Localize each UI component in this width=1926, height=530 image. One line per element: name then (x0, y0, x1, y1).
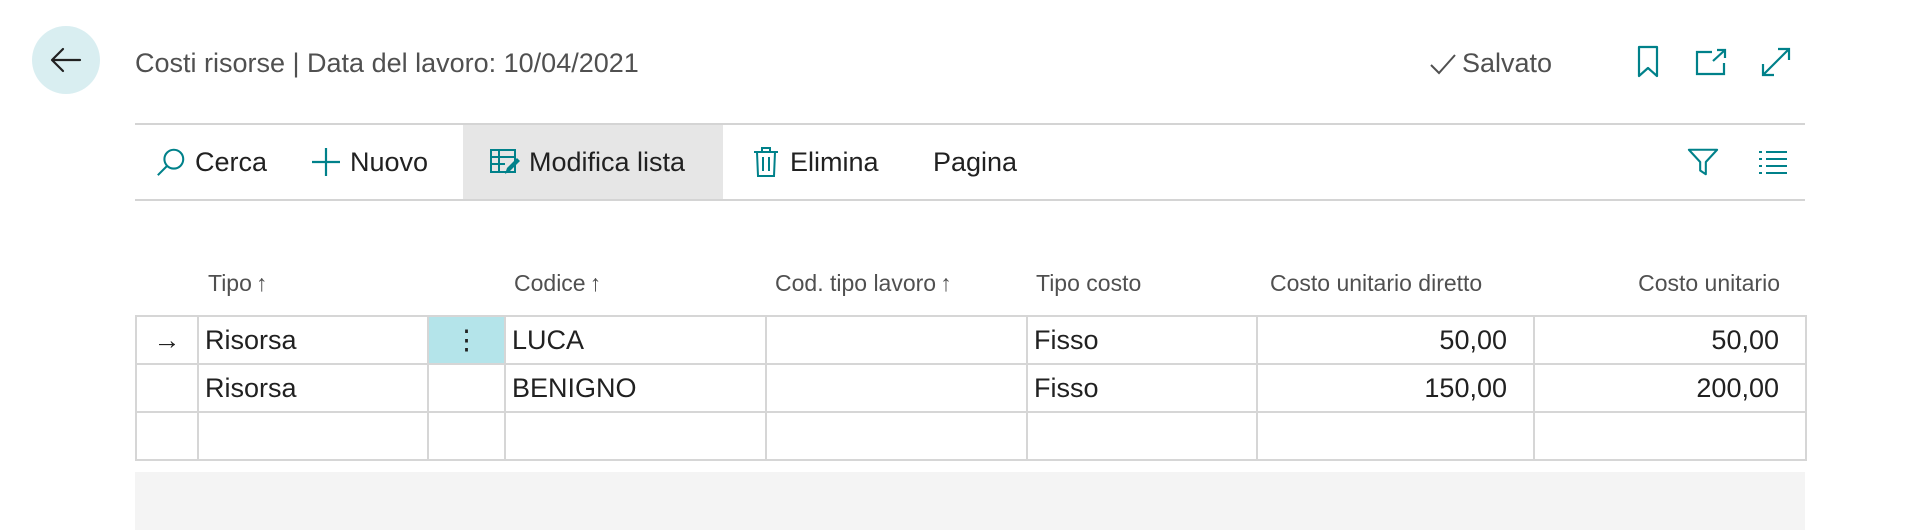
cell-codice[interactable]: BENIGNO (504, 363, 767, 413)
new-button[interactable]: Nuovo (310, 125, 428, 199)
search-icon (155, 146, 187, 178)
saved-status: Salvato (1428, 48, 1552, 79)
cell-cod-tipo-lavoro[interactable] (765, 411, 1028, 461)
open-new-window-icon (1695, 48, 1727, 76)
column-header-codice-label: Codice (514, 270, 586, 296)
row-indicator (135, 363, 199, 413)
page-label: Pagina (933, 146, 1018, 177)
list-view-button[interactable] (1757, 125, 1789, 199)
column-header-tipo[interactable]: Tipo ↑ (208, 270, 267, 297)
search-button[interactable]: Cerca (155, 125, 267, 199)
cell-codice[interactable]: LUCA (504, 315, 767, 365)
row-indicator (135, 411, 199, 461)
column-header-costo-unitario[interactable]: Costo unitario (1540, 270, 1780, 297)
column-header-tipo-costo-label: Tipo costo (1036, 270, 1142, 296)
column-header-costo-unitario-label: Costo unitario (1638, 270, 1780, 296)
cell-cod-tipo-lavoro[interactable] (765, 315, 1028, 365)
cell-costo-unitario[interactable]: 50,00 (1533, 315, 1807, 365)
column-header-costo-unitario-diretto-label: Costo unitario diretto (1270, 270, 1483, 296)
cell-tipo-costo[interactable]: Fisso (1026, 363, 1258, 413)
expand-icon (1761, 47, 1791, 77)
open-new-window-button[interactable] (1693, 44, 1729, 80)
back-button[interactable] (32, 26, 100, 94)
expand-button[interactable] (1758, 44, 1794, 80)
cell-codice[interactable] (504, 411, 767, 461)
sort-ascending-icon: ↑ (589, 270, 602, 296)
page-title: Costi risorse | Data del lavoro: 10/04/2… (135, 48, 639, 78)
filter-button[interactable] (1687, 125, 1719, 199)
cell-costo-unitario-diretto[interactable]: 150,00 (1256, 363, 1535, 413)
delete-button[interactable]: Elimina (750, 125, 879, 199)
delete-label: Elimina (790, 146, 879, 177)
cell-cod-tipo-lavoro[interactable] (765, 363, 1028, 413)
current-row-arrow-icon: → (135, 315, 199, 365)
filter-icon (1687, 146, 1719, 178)
column-header-tipo-label: Tipo (208, 270, 252, 296)
checkmark-icon (1430, 53, 1456, 74)
saved-label: Salvato (1462, 48, 1553, 78)
page-menu-button[interactable]: Pagina (933, 125, 1017, 199)
new-label: Nuovo (350, 146, 429, 177)
cell-tipo[interactable] (197, 411, 429, 461)
cell-costo-unitario[interactable]: 200,00 (1533, 363, 1807, 413)
row-actions-cell[interactable] (427, 363, 506, 413)
edit-list-icon (489, 146, 521, 178)
edit-list-button[interactable]: Modifica lista (463, 125, 723, 199)
row-actions-cell[interactable] (427, 411, 506, 461)
row-actions-menu-icon[interactable]: ⋮ (427, 315, 506, 365)
bookmark-button[interactable] (1630, 44, 1666, 80)
sort-ascending-icon: ↑ (255, 270, 268, 296)
cell-tipo-costo[interactable] (1026, 411, 1258, 461)
action-bar: Cerca Nuovo Modifica lista Elimina Pagin… (135, 123, 1805, 201)
table-row-new[interactable] (135, 411, 1807, 461)
table-row[interactable]: Risorsa BENIGNO Fisso 150,00 200,00 (135, 363, 1807, 413)
cell-costo-unitario[interactable] (1533, 411, 1807, 461)
column-header-cod-tipo-lavoro[interactable]: Cod. tipo lavoro ↑ (775, 270, 952, 297)
cell-tipo-costo[interactable]: Fisso (1026, 315, 1258, 365)
edit-list-label: Modifica lista (529, 146, 686, 177)
table-row[interactable]: → Risorsa ⋮ LUCA Fisso 50,00 50,00 (135, 315, 1807, 365)
grid-header: Tipo ↑ Codice ↑ Cod. tipo lavoro ↑ Tipo … (0, 270, 1926, 300)
search-label: Cerca (195, 146, 268, 177)
sort-ascending-icon: ↑ (940, 270, 952, 296)
cell-costo-unitario-diretto[interactable]: 50,00 (1256, 315, 1535, 365)
trash-icon (750, 146, 782, 178)
list-view-icon (1757, 146, 1789, 178)
cell-tipo[interactable]: Risorsa (197, 315, 429, 365)
column-header-costo-unitario-diretto[interactable]: Costo unitario diretto (1270, 270, 1482, 297)
plus-icon (310, 146, 342, 178)
column-header-tipo-costo[interactable]: Tipo costo (1036, 270, 1141, 297)
cell-costo-unitario-diretto[interactable] (1256, 411, 1535, 461)
resource-costs-grid: → Risorsa ⋮ LUCA Fisso 50,00 50,00 Risor… (135, 315, 1807, 461)
bookmark-icon (1637, 45, 1659, 78)
column-header-cod-tipo-lavoro-label: Cod. tipo lavoro (775, 270, 937, 296)
column-header-codice[interactable]: Codice ↑ (514, 270, 601, 297)
back-arrow-icon (50, 47, 82, 73)
cell-tipo[interactable]: Risorsa (197, 363, 429, 413)
grid-empty-area (135, 472, 1805, 530)
